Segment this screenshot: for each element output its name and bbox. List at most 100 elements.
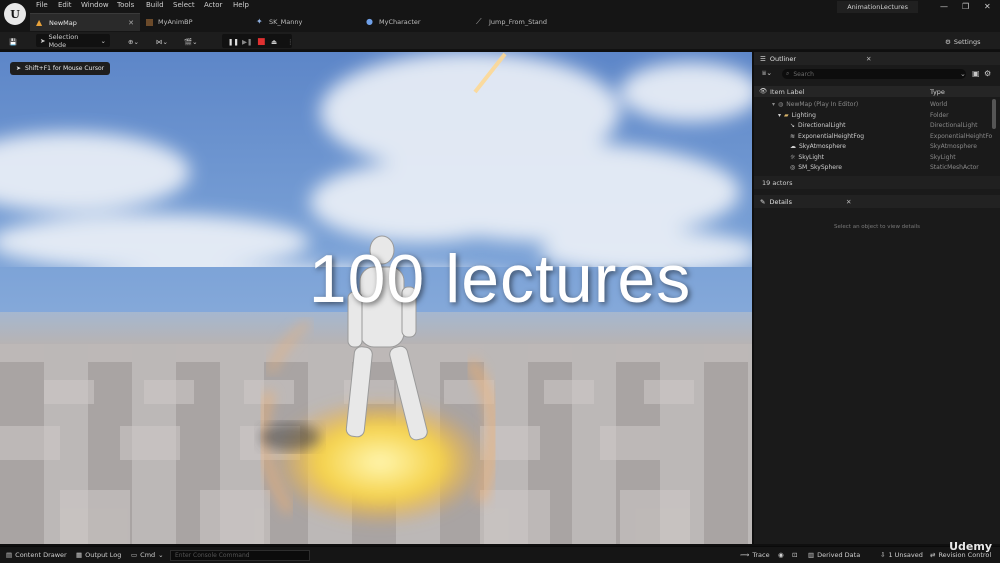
stop-icon[interactable]: ■	[257, 35, 266, 48]
console-placeholder: Enter Console Command	[175, 552, 250, 559]
derived-data-label: Derived Data	[817, 551, 861, 559]
col-type[interactable]: Type	[930, 88, 945, 96]
details-empty-message: Select an object to view details	[833, 224, 921, 230]
tab-mycharacter[interactable]: ● MyCharacter	[360, 13, 470, 31]
tab-label: MyCharacter	[379, 18, 421, 26]
menu-help[interactable]: Help	[233, 1, 249, 9]
sky-atmosphere-icon: ☁	[790, 143, 796, 151]
tab-sk-manny[interactable]: ✦ SK_Manny	[250, 13, 360, 31]
cinematics-icon[interactable]: 🎬⌄	[184, 35, 198, 48]
outliner-row[interactable]: ☁ SkyAtmosphere SkyAtmosphere	[754, 142, 992, 153]
outliner-search-input[interactable]: ⌕ Search	[782, 69, 966, 79]
chevron-down-icon[interactable]: ⌄	[960, 70, 966, 78]
outliner-row[interactable]: ☼ SkyLight SkyLight	[754, 152, 992, 163]
add-folder-icon[interactable]: ▣	[972, 69, 980, 78]
skeletal-mesh-icon: ✦	[256, 17, 263, 26]
row-type: StaticMeshActor	[930, 164, 979, 172]
unreal-logo-icon[interactable]: U	[4, 3, 26, 25]
outliner-row[interactable]: ≋ ExponentialHeightFog ExponentialHeightF…	[754, 131, 992, 142]
expand-arrow-icon: ▾	[772, 100, 776, 108]
tab-newmap[interactable]: ▲ NewMap ✕	[30, 13, 140, 31]
content-drawer-button[interactable]: ▤ Content Drawer	[6, 551, 67, 559]
filter-icon[interactable]: ⩸⌄	[762, 69, 772, 78]
static-mesh-icon: ◎	[790, 164, 796, 172]
outliner-row[interactable]: ▾ ◍ NewMap (Play In Editor) World	[754, 99, 992, 110]
outliner-scrollbar[interactable]	[992, 99, 996, 129]
outliner-row[interactable]: ▾ ▰ Lighting Folder	[754, 110, 992, 121]
menu-tools[interactable]: Tools	[117, 1, 134, 9]
details-title: Details	[769, 197, 792, 206]
outliner-row[interactable]: ◎ SM_SkySphere StaticMeshActor	[754, 163, 992, 174]
row-type: World	[930, 100, 948, 108]
unsaved-button[interactable]: ⇩ 1 Unsaved	[880, 551, 923, 559]
derived-data-button[interactable]: ▥ Derived Data	[808, 551, 860, 559]
menu-actor[interactable]: Actor	[204, 1, 222, 9]
pause-icon[interactable]: ❚❚	[228, 35, 239, 48]
chevron-down-icon: ⌄	[158, 551, 164, 559]
level-viewport[interactable]: ➤ Shift+F1 for Mouse Cursor 100 lectures	[0, 52, 752, 544]
main-toolbar: 💾 ➤ Selection Mode ⌄ ⊕⌄ ⋈⌄ 🎬⌄ ❚❚ ▶❚ ■ ⏏ …	[0, 32, 1000, 50]
visibility-icon[interactable]: 👁	[759, 87, 767, 95]
revision-control-icon: ⇄	[930, 551, 936, 559]
content-drawer-icon: ▤	[6, 551, 13, 559]
col-item-label[interactable]: Item Label	[770, 88, 804, 96]
selection-mode-label: Selection Mode	[48, 32, 79, 49]
menu-edit[interactable]: Edit	[58, 1, 72, 9]
row-label: Lighting	[791, 111, 816, 119]
terminal-icon: ▭	[131, 551, 138, 559]
add-actor-icon[interactable]: ⊕⌄	[128, 35, 139, 48]
output-log-label: Output Log	[85, 551, 122, 559]
outliner-icon: ☰	[760, 54, 766, 63]
close-icon[interactable]: ✕	[128, 19, 134, 27]
gear-icon[interactable]: ⚙	[984, 69, 991, 78]
row-label: SkyAtmosphere	[799, 143, 846, 151]
output-log-button[interactable]: ▦ Output Log	[76, 551, 121, 559]
row-type: SkyAtmosphere	[930, 143, 977, 151]
trace-snapshot-icon[interactable]: ⊡	[792, 551, 797, 559]
project-title: AnimationLectures	[837, 1, 918, 13]
selection-mode-dropdown[interactable]: ➤ Selection Mode ⌄	[36, 32, 110, 49]
close-window-icon[interactable]: ✕	[984, 2, 991, 11]
step-frame-icon[interactable]: ▶❚	[242, 35, 252, 48]
cmd-dropdown[interactable]: ▭ Cmd ⌄	[131, 551, 164, 559]
tab-myanimbp[interactable]: MyAnimBP	[140, 13, 250, 31]
menu-window[interactable]: Window	[81, 1, 109, 9]
save-icon[interactable]: 💾	[9, 35, 17, 48]
outliner-row[interactable]: ↘ DirectionalLight DirectionalLight	[754, 121, 992, 132]
outliner-title: Outliner	[769, 54, 797, 63]
row-type: ExponentialHeightFo	[930, 132, 992, 140]
cmd-label: Cmd	[140, 551, 156, 559]
tab-jump-from-stand[interactable]: ⟋ Jump_From_Stand	[470, 13, 580, 31]
menu-select[interactable]: Select	[173, 1, 195, 9]
fog-icon: ≋	[790, 132, 796, 140]
expand-arrow-icon: ▾	[778, 111, 782, 119]
mouse-cursor-hint: ➤ Shift+F1 for Mouse Cursor	[10, 62, 111, 75]
trace-button[interactable]: ⟿ Trace	[740, 551, 770, 559]
menu-file[interactable]: File	[36, 1, 48, 9]
animation-sequence-icon: ⟋	[476, 17, 482, 26]
eject-icon[interactable]: ⏏	[271, 35, 277, 48]
world-icon: ◍	[778, 100, 784, 108]
minimize-icon[interactable]: —	[940, 2, 948, 11]
pencil-icon: ✎	[760, 197, 766, 206]
close-icon[interactable]: ✕	[846, 198, 851, 206]
close-icon[interactable]: ✕	[866, 55, 871, 63]
editor-tabs: ▲ NewMap ✕ MyAnimBP ✦ SK_Manny ● MyChara…	[30, 13, 580, 31]
settings-button[interactable]: ⚙ Settings	[945, 35, 981, 48]
chevron-down-icon: ⌄	[100, 36, 106, 45]
menu-build[interactable]: Build	[146, 1, 164, 9]
restore-icon[interactable]: ❐	[962, 2, 969, 11]
tab-label: NewMap	[49, 18, 77, 27]
blueprint-icon[interactable]: ⋈⌄	[156, 35, 168, 48]
directional-light-icon: ↘	[790, 122, 796, 130]
trace-record-icon[interactable]: ◉	[778, 551, 784, 559]
row-label: SM_SkySphere	[798, 164, 842, 172]
more-options-icon[interactable]: ⋮	[287, 35, 294, 48]
console-command-input[interactable]: Enter Console Command	[170, 550, 310, 561]
folder-icon: ▰	[784, 111, 789, 119]
status-bar: ▤ Content Drawer ▦ Output Log ▭ Cmd ⌄ En…	[0, 546, 1000, 563]
tab-label: Jump_From_Stand	[489, 18, 548, 26]
actor-count: 19 actors	[754, 176, 1000, 189]
derived-data-icon: ▥	[808, 551, 815, 559]
settings-label: Settings	[953, 37, 981, 46]
